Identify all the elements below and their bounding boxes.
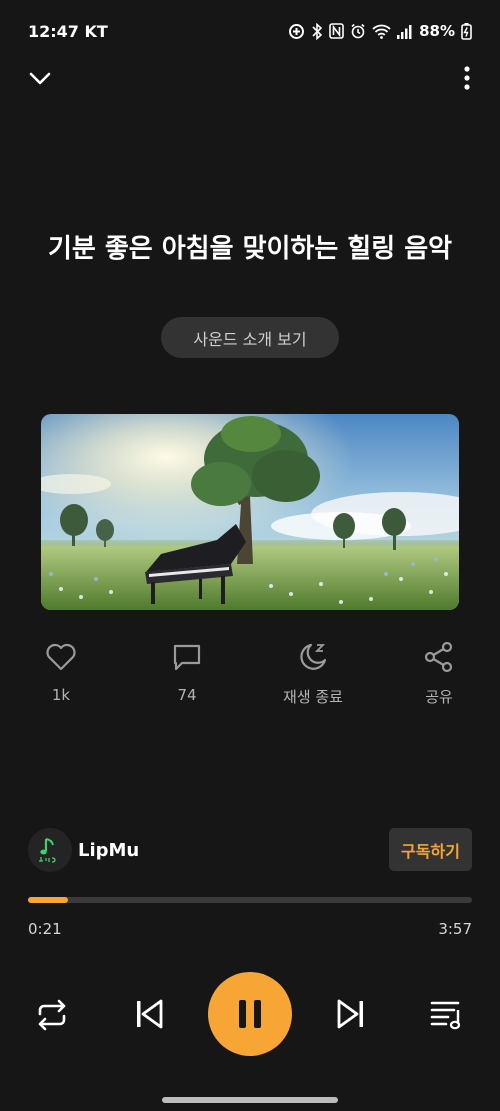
share-button[interactable]: 공유 (384, 636, 494, 707)
sleep-timer-label: 재생 종료 (283, 688, 343, 706)
album-art-image (41, 414, 459, 610)
system-nav-bar (0, 1090, 500, 1111)
home-indicator[interactable] (162, 1097, 338, 1103)
status-carrier: KT (84, 21, 108, 41)
comment-icon (173, 644, 201, 671)
channel-row: LipMu 구독하기 (28, 828, 472, 872)
track-title: 기분 좋은 아침을 맞이하는 힐링 음악 (47, 234, 453, 264)
alarm-icon (351, 23, 365, 39)
share-label: 공유 (425, 688, 453, 706)
lipmu-logo-icon (28, 828, 72, 872)
total-time: 3:57 (438, 920, 472, 938)
nfc-icon (329, 23, 344, 39)
status-bar: 12:47 KT 88% (0, 0, 500, 62)
channel-name[interactable]: LipMu (78, 840, 139, 861)
heart-icon (46, 643, 76, 671)
action-bar: 1k 74 재생 종료 공유 (0, 636, 500, 716)
current-time: 0:21 (28, 920, 62, 938)
collapse-button[interactable] (26, 64, 54, 92)
chevron-down-icon (29, 72, 51, 85)
like-button[interactable]: 1k (6, 636, 116, 704)
playback-controls (0, 970, 500, 1060)
previous-button[interactable] (134, 998, 164, 1034)
pause-icon (239, 1000, 261, 1028)
progress-bar[interactable] (28, 897, 472, 903)
wifi-icon (372, 24, 391, 39)
share-icon (424, 641, 453, 673)
more-options-button[interactable] (462, 64, 472, 92)
bluetooth-icon (312, 22, 323, 40)
more-vertical-icon (464, 66, 470, 90)
comment-count: 74 (177, 686, 197, 704)
sound-intro-button[interactable]: 사운드 소개 보기 (161, 317, 339, 358)
status-time-group: 12:47 KT (28, 22, 108, 41)
battery-percent: 88% (419, 22, 455, 40)
battery-charging-icon (461, 22, 472, 40)
status-time: 12:47 (28, 21, 79, 41)
playlist-button[interactable] (430, 998, 464, 1034)
comment-button[interactable]: 74 (132, 636, 242, 704)
data-saver-icon (289, 23, 305, 39)
pause-button[interactable] (208, 972, 292, 1056)
status-icons: 88% (288, 22, 472, 40)
player-top-bar (0, 58, 500, 98)
like-count: 1k (51, 686, 71, 704)
repeat-button[interactable] (34, 998, 70, 1036)
channel-avatar[interactable] (28, 828, 72, 872)
playlist-icon (430, 1001, 461, 1030)
sleep-timer-icon (300, 643, 327, 670)
next-button[interactable] (336, 998, 366, 1034)
progress-fill (28, 897, 68, 903)
subscribe-button[interactable]: 구독하기 (389, 828, 472, 871)
album-art (41, 414, 459, 610)
skip-previous-icon (137, 999, 163, 1029)
repeat-icon (38, 999, 66, 1031)
signal-icon (397, 24, 412, 39)
sleep-timer-button[interactable]: 재생 종료 (258, 636, 368, 707)
skip-next-icon (337, 999, 363, 1029)
